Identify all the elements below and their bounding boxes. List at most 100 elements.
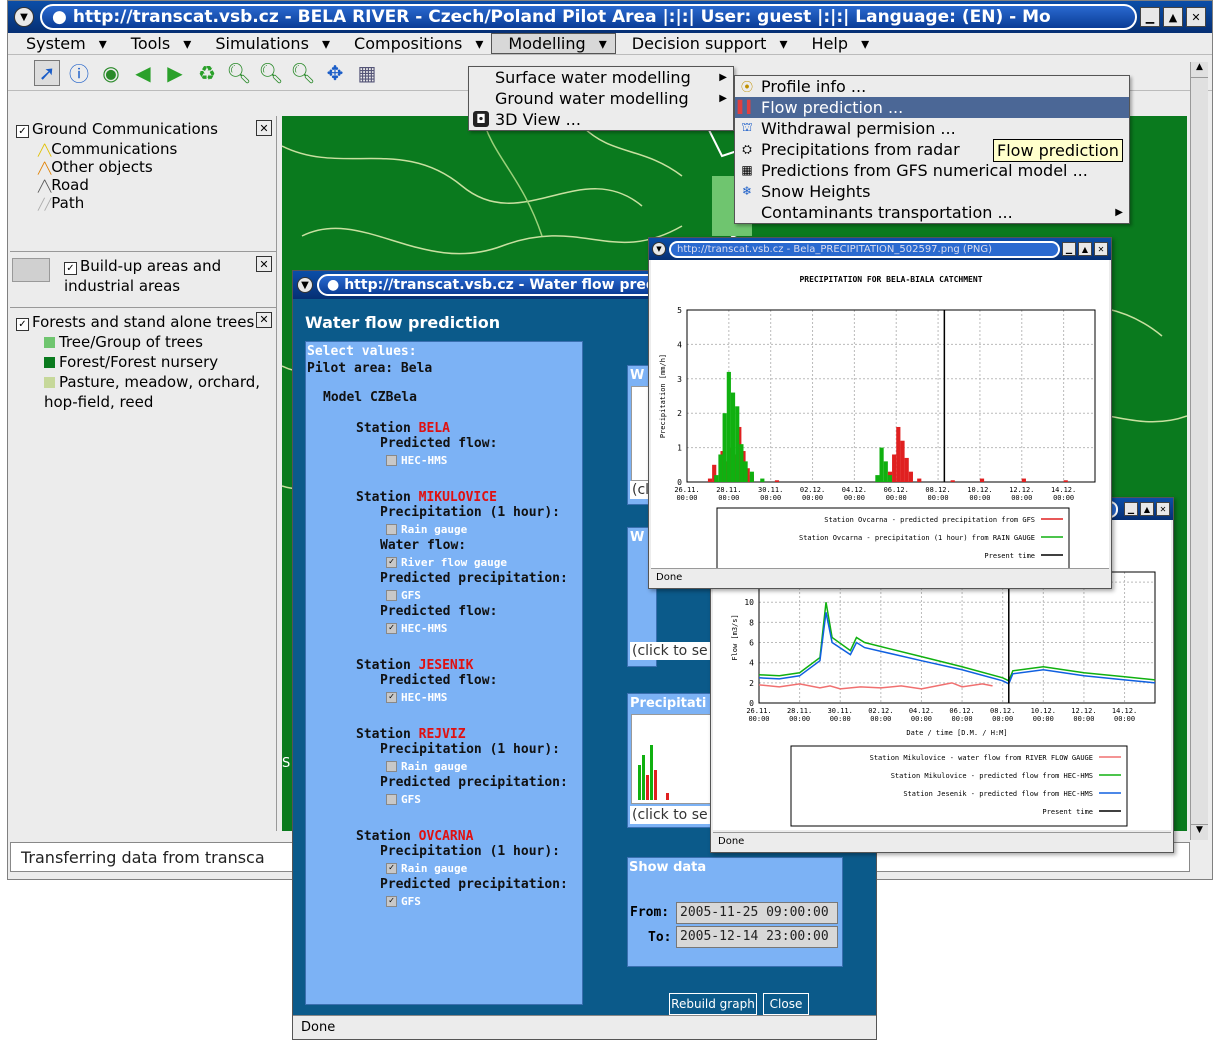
- zoom-out-icon[interactable]: 🔍︎: [258, 60, 284, 86]
- precip-bar: [743, 461, 748, 482]
- wfp-heading: Water flow prediction: [305, 313, 501, 332]
- minimize-button[interactable]: ▁: [1140, 7, 1160, 27]
- station-heading: Station REJVIZ: [356, 727, 582, 742]
- minimize-button[interactable]: ▁: [1124, 502, 1138, 516]
- option-checkbox-row[interactable]: ✓ Rain gauge: [356, 861, 582, 876]
- x-tick-label: 00:00: [1033, 715, 1054, 723]
- menu-system[interactable]: System ▾: [10, 34, 115, 53]
- info-icon[interactable]: ⓘ: [66, 60, 92, 86]
- precip-bar: [749, 471, 754, 482]
- remove-layer-button[interactable]: ✕: [256, 120, 272, 136]
- menu-compositions[interactable]: Compositions ▾: [338, 34, 491, 53]
- close-button[interactable]: ✕: [1186, 7, 1206, 27]
- window-menu-button[interactable]: ▼: [297, 277, 313, 293]
- remove-layer-button[interactable]: ✕: [256, 312, 272, 328]
- option-checkbox-row[interactable]: Rain gauge: [356, 522, 582, 537]
- option-checkbox[interactable]: [386, 590, 397, 601]
- menu-help[interactable]: Help ▾: [796, 34, 878, 53]
- close-button[interactable]: ✕: [1094, 242, 1108, 256]
- forests-checkbox[interactable]: ✓: [16, 318, 29, 331]
- main-titlebar[interactable]: ▼ ● http://transcat.vsb.cz - BELA RIVER -…: [8, 1, 1212, 33]
- menu-item-contaminants[interactable]: Contaminants transportation ... ▶: [735, 202, 1129, 223]
- x-tick-label: 28.11.: [716, 486, 741, 494]
- precip-bar: [714, 475, 719, 482]
- menu-item-surface-water[interactable]: Surface water modelling ▶: [469, 67, 733, 88]
- scroll-down-icon[interactable]: ▼: [1191, 824, 1208, 840]
- option-checkbox-row[interactable]: ✓ GFS: [356, 894, 582, 909]
- precip-titlebar[interactable]: ▼ http://transcat.vsb.cz - Bela_PRECIPIT…: [649, 238, 1111, 260]
- arrow-left-icon[interactable]: ◀: [130, 60, 156, 86]
- scroll-up-icon[interactable]: ▲: [1191, 62, 1208, 78]
- maximize-button[interactable]: ▲: [1078, 242, 1092, 256]
- x-tick-label: 06.12.: [884, 486, 909, 494]
- option-checkbox-row[interactable]: ✓ HEC-HMS: [356, 621, 582, 636]
- precip-bar: [887, 475, 893, 482]
- buildup-checkbox[interactable]: ✓: [64, 262, 77, 275]
- snowflake-icon: ❄: [741, 184, 753, 198]
- globe-download-icon[interactable]: ◉: [98, 60, 124, 86]
- minimize-button[interactable]: ▁: [1062, 242, 1076, 256]
- menu-item-3d-view[interactable]: ◘ 3D View ...: [469, 109, 733, 130]
- option-checkbox[interactable]: [386, 761, 397, 772]
- option-checkbox[interactable]: ✓: [386, 557, 397, 568]
- menu-modelling[interactable]: Modelling ▾: [491, 33, 616, 54]
- map-scrollbar[interactable]: ▲ ▼: [1190, 62, 1208, 840]
- option-checkbox-row[interactable]: GFS: [356, 792, 582, 807]
- layers-icon[interactable]: ▦: [354, 60, 380, 86]
- zoom-extent-icon[interactable]: 🔍︎: [290, 60, 316, 86]
- menu-item-ground-water[interactable]: Ground water modelling ▶: [469, 88, 733, 109]
- option-checkbox-row[interactable]: GFS: [356, 588, 582, 603]
- from-date-input[interactable]: 2005-11-25 09:00:00: [676, 902, 838, 924]
- option-checkbox[interactable]: [386, 524, 397, 535]
- legend-label: Station Mikulovice - predicted flow from…: [891, 772, 1093, 780]
- maximize-button[interactable]: ▲: [1140, 502, 1154, 516]
- option-checkbox-row[interactable]: HEC-HMS: [356, 453, 582, 468]
- menu-tools[interactable]: Tools ▾: [115, 34, 200, 53]
- close-button[interactable]: Close: [762, 992, 810, 1016]
- menu-item-flow-prediction[interactable]: ▌▍ Flow prediction ...: [735, 97, 1129, 118]
- menubar: System ▾ Tools ▾ Simulations ▾ Compositi…: [8, 33, 1212, 55]
- y-tick-label: 2: [749, 679, 754, 688]
- option-checkbox-row[interactable]: ✓ River flow gauge: [356, 555, 582, 570]
- click-hint[interactable]: (click to se: [630, 806, 712, 824]
- zoom-in-icon[interactable]: 🔍︎: [226, 60, 252, 86]
- option-checkbox[interactable]: ✓: [386, 896, 397, 907]
- option-checkbox[interactable]: ✓: [386, 692, 397, 703]
- option-group-label: Predicted precipitation:: [380, 877, 568, 892]
- close-button[interactable]: ✕: [1156, 502, 1170, 516]
- x-tick-label: 30.11.: [828, 707, 853, 715]
- option-label: Rain gauge: [401, 862, 468, 875]
- menu-simulations[interactable]: Simulations ▾: [199, 34, 338, 53]
- refresh-icon[interactable]: ♻: [194, 60, 220, 86]
- option-checkbox[interactable]: [386, 455, 397, 466]
- menu-item-withdrawal[interactable]: ⛫ Withdrawal permision ...: [735, 118, 1129, 139]
- option-checkbox[interactable]: [386, 794, 397, 805]
- x-tick-label: 00:00: [1114, 715, 1135, 723]
- select-pointer-icon[interactable]: ➚: [34, 59, 60, 86]
- option-checkbox[interactable]: ✓: [386, 623, 397, 634]
- precip-thumbnail[interactable]: [631, 714, 711, 804]
- menu-decision-support[interactable]: Decision support ▾: [616, 34, 796, 53]
- remove-layer-button[interactable]: ✕: [256, 256, 272, 272]
- window-menu-button[interactable]: ▼: [652, 242, 666, 256]
- rebuild-graph-button[interactable]: Rebuild graph: [668, 992, 758, 1016]
- menu-item-gfs[interactable]: ▦ Predictions from GFS numerical model ..…: [735, 160, 1129, 181]
- x-tick-label: 00:00: [760, 494, 781, 502]
- option-checkbox-row[interactable]: ✓ HEC-HMS: [356, 690, 582, 705]
- click-hint[interactable]: (click to se: [630, 642, 720, 660]
- menu-item-profile-info[interactable]: ⦿ Profile info ...: [735, 76, 1129, 97]
- window-menu-button[interactable]: ▼: [14, 7, 34, 27]
- ground-checkbox[interactable]: ✓: [16, 125, 29, 138]
- pan-icon[interactable]: ✥: [322, 60, 348, 86]
- option-checkbox-row[interactable]: Rain gauge: [356, 759, 582, 774]
- menu-item-snow-heights[interactable]: ❄ Snow Heights: [735, 181, 1129, 202]
- to-date-input[interactable]: 2005-12-14 23:00:00: [676, 926, 838, 948]
- option-checkbox[interactable]: ✓: [386, 863, 397, 874]
- precip-bar: [908, 471, 913, 482]
- arrow-right-icon[interactable]: ▶: [162, 60, 188, 86]
- legend-item: ╱╲Road: [38, 176, 89, 194]
- x-tick-label: 04.12.: [842, 486, 867, 494]
- x-tick-label: 14.12.: [1051, 486, 1076, 494]
- maximize-button[interactable]: ▲: [1163, 7, 1183, 27]
- precip-status: Done: [651, 568, 1109, 586]
